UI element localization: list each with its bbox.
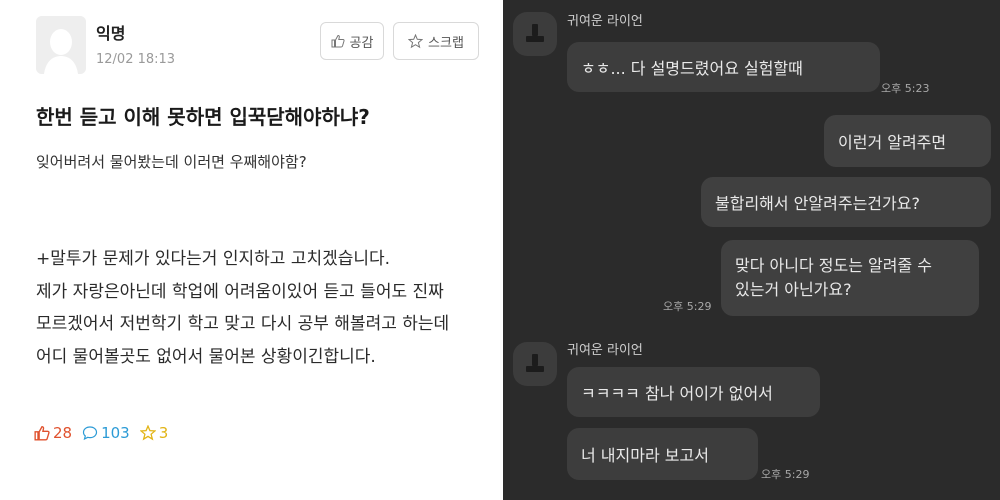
received-message[interactable]: ㅎㅎ... 다 설명드렸어요 실험할때: [567, 42, 880, 92]
post-subtitle: 잊어버려서 물어봤는데 이러면 우째해야함?: [36, 153, 307, 171]
like-count-value: 28: [53, 424, 73, 442]
comment-count-value: 103: [101, 424, 130, 442]
message-text: 너 내지마라 보고서: [581, 446, 709, 465]
lion-character-icon: [526, 24, 544, 42]
message-text: 불합리해서 안알려주는건가요?: [715, 194, 920, 213]
message-text: ㅎㅎ... 다 설명드렸어요 실험할때: [581, 59, 803, 78]
scrap-button-label: 스크랩: [428, 35, 464, 51]
sent-message[interactable]: 맞다 아니다 정도는 알려줄 수 있는거 아닌가요?: [721, 240, 979, 316]
comment-count: 103: [82, 424, 130, 442]
screenshot: 익명 12/02 18:13 공감 스크랩 한번 듣고 이해 못하면 입꾹닫해야…: [0, 0, 1000, 500]
received-message[interactable]: ㅋㅋㅋㅋ 참나 어이가 없어서: [567, 367, 820, 417]
post-title: 한번 듣고 이해 못하면 입꾹닫해야하냐?: [36, 105, 370, 129]
message-text-line: 있는거 아닌가요?: [735, 280, 852, 299]
contact-avatar[interactable]: [513, 12, 557, 56]
sender-name: 귀여운 라이언: [567, 343, 643, 358]
post-datetime: 12/02 18:13: [96, 52, 176, 67]
contact-avatar[interactable]: [513, 342, 557, 386]
anonymous-avatar: [36, 16, 86, 74]
like-count: 28: [34, 424, 72, 442]
anonymous-person-icon: [36, 16, 86, 74]
message-time: 오후 5:29: [761, 468, 810, 481]
chat-panel: 귀여운 라이언 ㅎㅎ... 다 설명드렸어요 실험할때 오후 5:23 이런거 …: [503, 0, 1000, 500]
message-text: 이런거 알려주면: [838, 133, 947, 152]
post-body-line: 어디 물어볼곳도 없어서 물어본 상황이긴합니다.: [36, 346, 376, 367]
speech-bubble-icon: [82, 426, 98, 441]
post-stats: 28 103 3: [34, 424, 168, 442]
message-time: 오후 5:23: [881, 82, 930, 95]
post-body-line: 제가 자랑은아닌데 학업에 어려움이있어 듣고 들어도 진짜: [36, 281, 444, 302]
star-icon: [408, 33, 424, 48]
lion-character-icon: [526, 354, 544, 372]
scrap-count-value: 3: [158, 424, 169, 442]
star-icon: [139, 425, 156, 441]
scrap-button[interactable]: 스크랩: [393, 22, 479, 60]
message-text-line: 맞다 아니다 정도는 알려줄 수: [735, 256, 932, 275]
post-author: 익명: [96, 24, 126, 43]
community-post-panel: 익명 12/02 18:13 공감 스크랩 한번 듣고 이해 못하면 입꾹닫해야…: [0, 0, 497, 500]
sender-name: 귀여운 라이언: [567, 14, 643, 29]
sent-message[interactable]: 이런거 알려주면: [824, 115, 991, 167]
message-text: ㅋㅋㅋㅋ 참나 어이가 없어서: [581, 384, 773, 403]
scrap-count: 3: [139, 424, 169, 442]
thumbs-up-icon: [331, 34, 345, 48]
post-body-line: +말투가 문제가 있다는거 인지하고 고치겠습니다.: [36, 249, 391, 269]
like-button-label: 공감: [349, 35, 374, 51]
post-body-line: 모르겠어서 저번학기 학고 맞고 다시 공부 해볼려고 하는데: [36, 314, 450, 334]
thumbs-up-icon: [34, 426, 50, 441]
message-time: 오후 5:29: [663, 300, 712, 313]
like-button[interactable]: 공감: [320, 22, 384, 60]
post-body: +말투가 문제가 있다는거 인지하고 고치겠습니다. 제가 자랑은아닌데 학업에…: [36, 243, 486, 373]
received-message[interactable]: 너 내지마라 보고서: [567, 428, 758, 480]
sent-message[interactable]: 불합리해서 안알려주는건가요?: [701, 177, 991, 227]
